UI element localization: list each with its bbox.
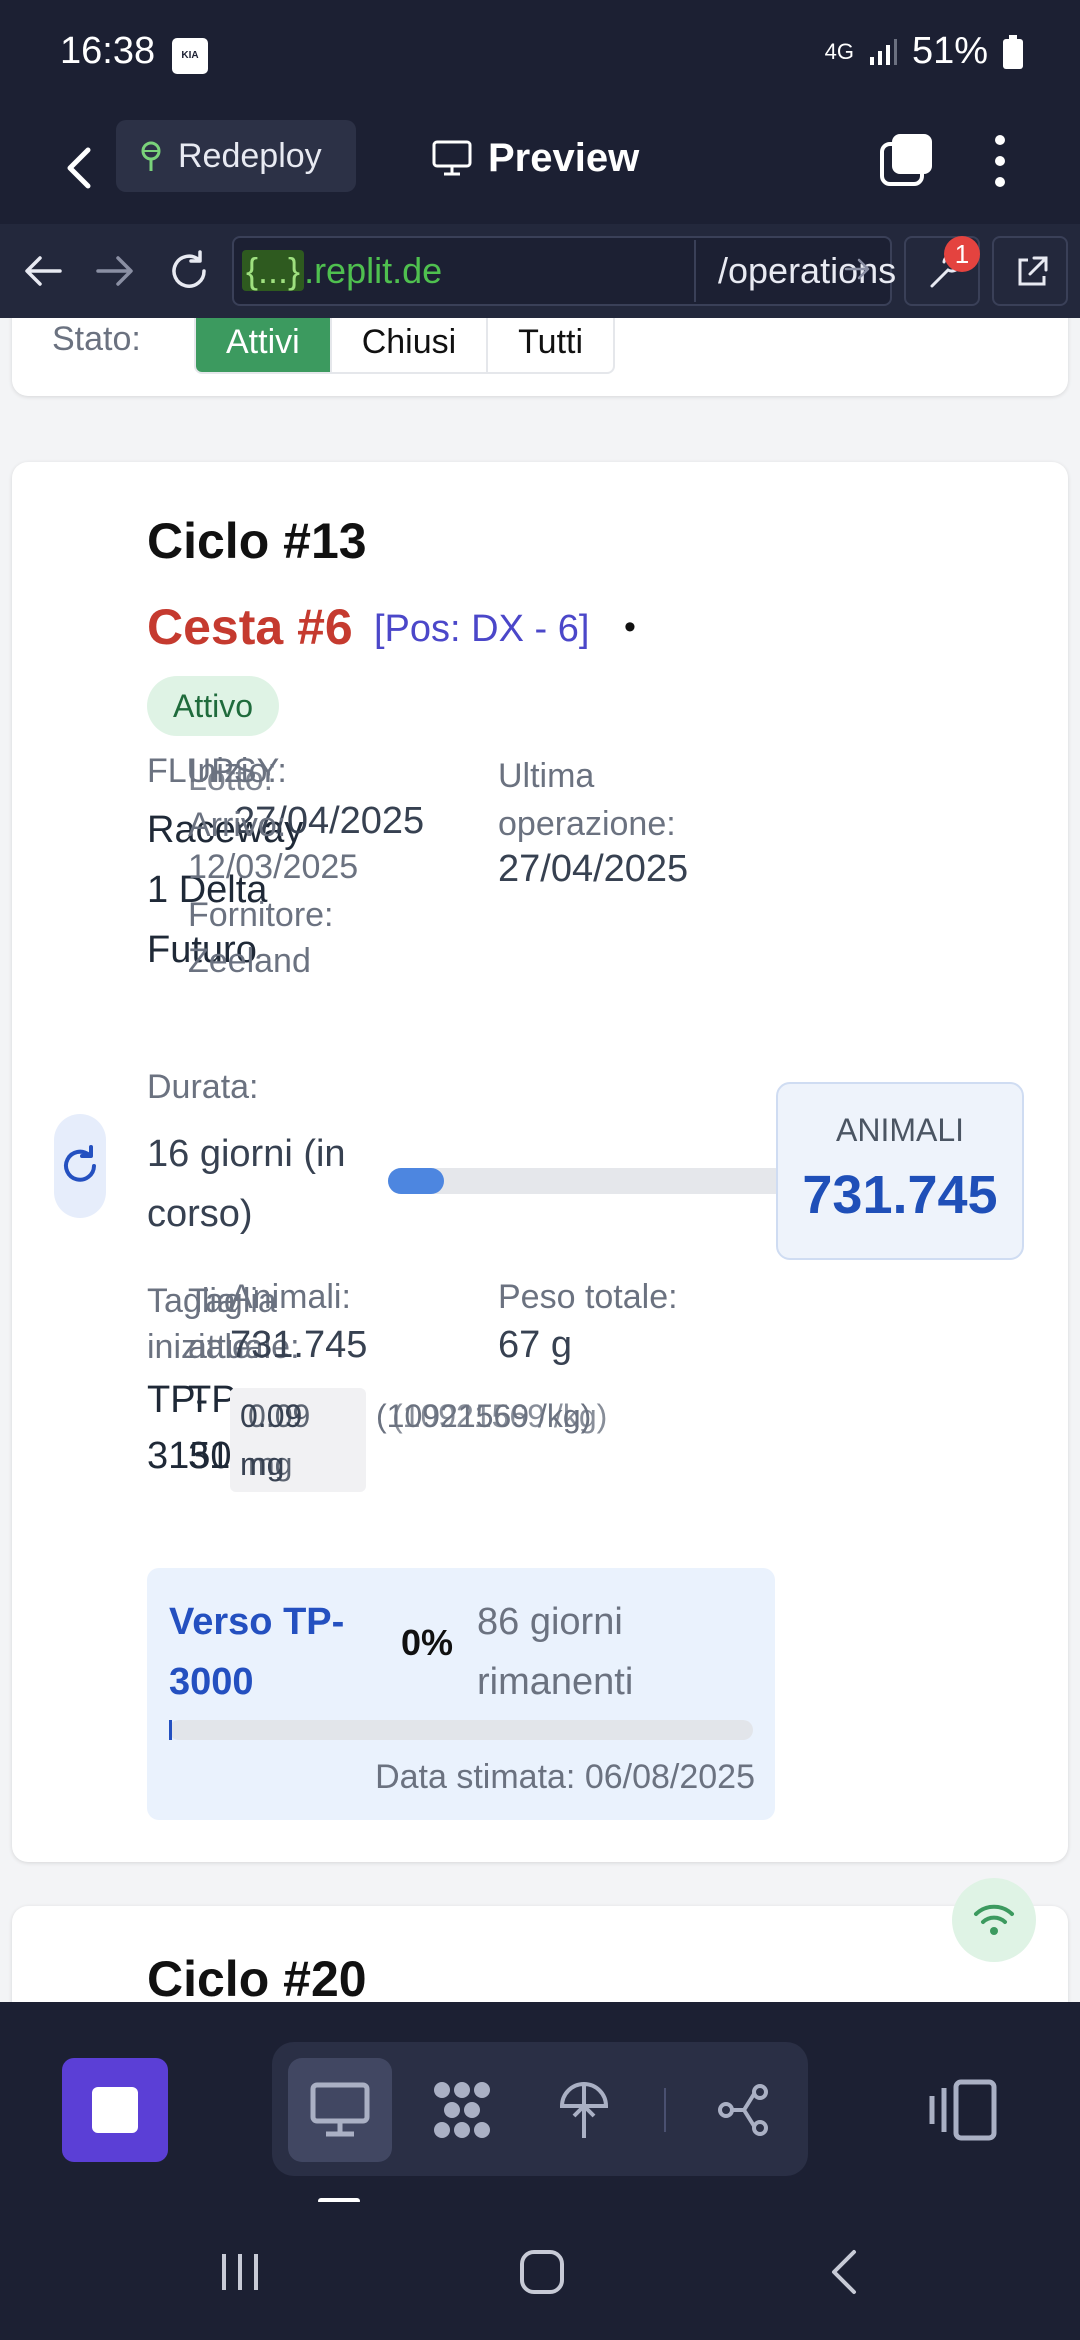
app-bar: Redeploy Preview [0,112,1080,224]
nav-forward-icon[interactable] [92,248,138,294]
deploy-icon [559,2082,609,2138]
page-content: Stato: Attivi Chiusi Tutti Ciclo #13 Ces… [0,318,1080,2002]
wifi-icon [974,1904,1014,1935]
monitor-icon [432,140,472,176]
target-progress [169,1720,753,1740]
peso-totale-label: Peso totale: [498,1278,678,1316]
back-arrow-icon[interactable] [50,136,110,200]
status-time: 16:38 [60,30,156,72]
recents-icon[interactable] [210,2242,270,2302]
redeploy-label: Redeploy [178,136,322,175]
open-new-window-button[interactable] [992,236,1068,306]
stop-button[interactable] [62,2058,168,2162]
tabs-icon[interactable] [878,130,936,188]
separator-dot: • [624,608,636,646]
target-remaining: 86 giorni rimanenti [477,1601,634,1703]
panel-toggle-icon[interactable] [926,2074,1002,2146]
animali-label: Animali: [230,1278,351,1316]
preview-tool-button[interactable] [288,2058,392,2162]
redeploy-button[interactable]: Redeploy [116,120,356,192]
arrivo-value: 12/03/2025 [188,848,359,886]
status-filter: Attivi Chiusi Tutti [194,318,616,374]
filter-card: Stato: Attivi Chiusi Tutti [12,318,1068,396]
basket-label: Cesta #6 [147,599,353,655]
fornitore-value: Zeeland [188,942,311,980]
reload-icon[interactable] [166,248,212,294]
per-kg-b: (10921569 /kg) [392,1398,608,1434]
peso-medio-b: 0.09 mg [248,1398,311,1482]
url-domain-rest: .replit.de [304,250,443,291]
status-badge: Attivo [147,676,280,736]
git-tool-button[interactable] [692,2058,796,2162]
url-bar: {...} .replit.de /operations [0,224,1080,318]
position-label: [Pos: DX - 6] [374,608,590,650]
ultima-value: 27/04/2025 [498,848,689,890]
filter-option-closed[interactable]: Chiusi [332,318,489,372]
status-right: 4G 51% [825,30,1024,73]
target-label: Verso TP-3000 [169,1601,345,1703]
more-vert-icon[interactable] [980,132,1020,190]
durata-label: Durata: [147,1068,259,1106]
kia-connect-icon: KIA [172,38,208,74]
preview-label: Preview [488,135,640,180]
refresh-icon [64,1145,96,1182]
url-domain: {...} .replit.de [236,240,694,302]
url-input[interactable]: {...} .replit.de /operations [232,236,896,306]
duration-progress-fill [388,1168,444,1194]
back-icon[interactable] [816,2242,876,2302]
monitor-icon [310,2082,370,2137]
tool-separator [664,2088,666,2132]
tool-group [272,2042,808,2176]
external-link-icon [1018,256,1048,286]
animali-title: ANIMALI [835,1112,965,1148]
packages-icon [434,2082,490,2138]
home-icon[interactable] [512,2242,572,2302]
status-bar: 16:38 KIA 4G 51% [0,0,1080,112]
nav-back-icon[interactable] [20,248,66,294]
target-progress-fill [169,1720,172,1740]
go-arrow-icon[interactable] [840,252,874,286]
refresh-button[interactable] [54,1114,106,1218]
duration-progress [388,1168,788,1194]
next-cycle-title: Ciclo #20 [147,1951,367,2002]
deploy-icon [141,141,161,171]
git-icon [718,2084,768,2136]
arrivo-label: Arrivo: [188,806,287,844]
battery-icon [1003,34,1023,69]
filter-option-all[interactable]: Tutti [488,318,613,372]
preview-title: Preview [432,128,639,188]
signal-icon [869,38,897,65]
connection-button[interactable] [952,1878,1036,1962]
target-box: Verso TP-3000 0% 86 giorni rimanenti Dat… [147,1568,775,1820]
target-percent: 0% [401,1622,454,1663]
devtools-badge: 1 [944,236,980,272]
target-date: Data stimata: 06/08/2025 [375,1758,755,1796]
peso-totale-value: 67 g [498,1324,572,1366]
animali-count: 731.745 [230,1324,368,1366]
packages-tool-button[interactable] [410,2058,514,2162]
stop-icon [92,2087,138,2133]
deploy-tool-button[interactable] [532,2058,636,2162]
durata-value: 16 giorni (in corso) [147,1133,346,1235]
battery-text: 51% [911,30,988,72]
cycle-title: Ciclo #13 [147,513,367,569]
lotto-label: Lotto: [188,760,274,798]
animali-value: 731.745 [802,1165,998,1225]
url-domain-highlight: {...} [242,250,305,291]
filter-label: Stato: [52,320,141,358]
system-nav-bar [0,2202,1080,2340]
network-icon: 4G [824,38,854,64]
ultima-label: Ultima operazione: [498,757,676,843]
fornitore-label: Fornitore: [188,896,334,934]
filter-option-active[interactable]: Attivi [196,318,332,372]
animali-box: ANIMALI 731.745 [776,1082,1024,1260]
cycle-card[interactable]: Ciclo #13 Cesta #6 [Pos: DX - 6] • Attiv… [12,462,1068,1862]
cycle-card-next[interactable]: Ciclo #20 [12,1906,1068,2002]
bottom-toolbar [0,2002,1080,2204]
